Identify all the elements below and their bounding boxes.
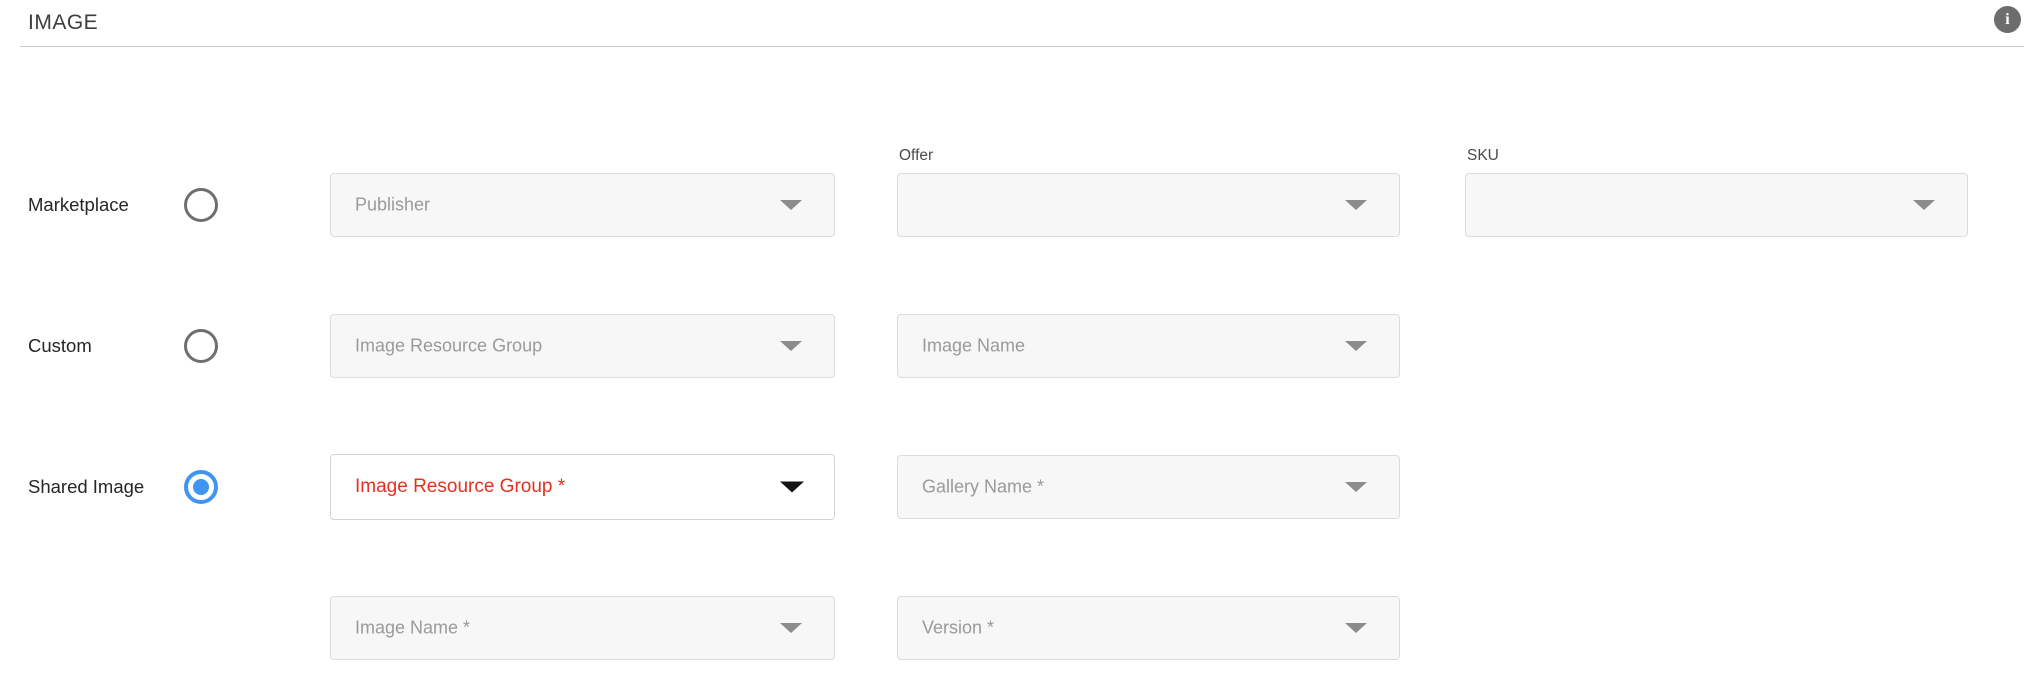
chevron-down-icon (1913, 200, 1935, 210)
radio-marketplace[interactable] (184, 188, 218, 222)
publisher-placeholder: Publisher (355, 195, 430, 216)
sku-dropdown[interactable] (1465, 173, 1968, 237)
custom-image-name-placeholder: Image Name (922, 336, 1025, 357)
gallery-name-dropdown[interactable]: Gallery Name * (897, 455, 1400, 519)
gallery-name-placeholder: Gallery Name * (922, 477, 1044, 498)
custom-image-resource-group-placeholder: Image Resource Group (355, 336, 542, 357)
chevron-down-icon (780, 200, 802, 210)
field-label-sku: SKU (1467, 146, 1499, 165)
custom-image-name-dropdown[interactable]: Image Name (897, 314, 1400, 378)
option-label-shared-image: Shared Image (28, 475, 144, 499)
image-form-section: IMAGE i Marketplace Publisher Offer SKU … (0, 0, 2044, 686)
info-icon-glyph: i (2005, 12, 2009, 28)
shared-image-resource-group-placeholder: Image Resource Group * (355, 476, 565, 498)
radio-shared-image[interactable] (184, 470, 218, 504)
shared-image-name-dropdown[interactable]: Image Name * (330, 596, 835, 660)
chevron-down-icon (1345, 200, 1367, 210)
section-divider (20, 46, 2024, 47)
custom-image-resource-group-dropdown[interactable]: Image Resource Group (330, 314, 835, 378)
chevron-down-icon (780, 482, 804, 493)
version-placeholder: Version * (922, 618, 994, 639)
shared-image-resource-group-dropdown[interactable]: Image Resource Group * (330, 454, 835, 520)
chevron-down-icon (780, 341, 802, 351)
info-icon[interactable]: i (1994, 6, 2021, 33)
publisher-dropdown[interactable]: Publisher (330, 173, 835, 237)
chevron-down-icon (1345, 482, 1367, 492)
offer-dropdown[interactable] (897, 173, 1400, 237)
shared-image-name-placeholder: Image Name * (355, 618, 470, 639)
field-label-offer: Offer (899, 146, 933, 165)
chevron-down-icon (780, 623, 802, 633)
chevron-down-icon (1345, 623, 1367, 633)
chevron-down-icon (1345, 341, 1367, 351)
radio-custom[interactable] (184, 329, 218, 363)
version-dropdown[interactable]: Version * (897, 596, 1400, 660)
page-title: IMAGE (28, 10, 98, 36)
option-label-custom: Custom (28, 334, 92, 358)
option-label-marketplace: Marketplace (28, 193, 129, 217)
